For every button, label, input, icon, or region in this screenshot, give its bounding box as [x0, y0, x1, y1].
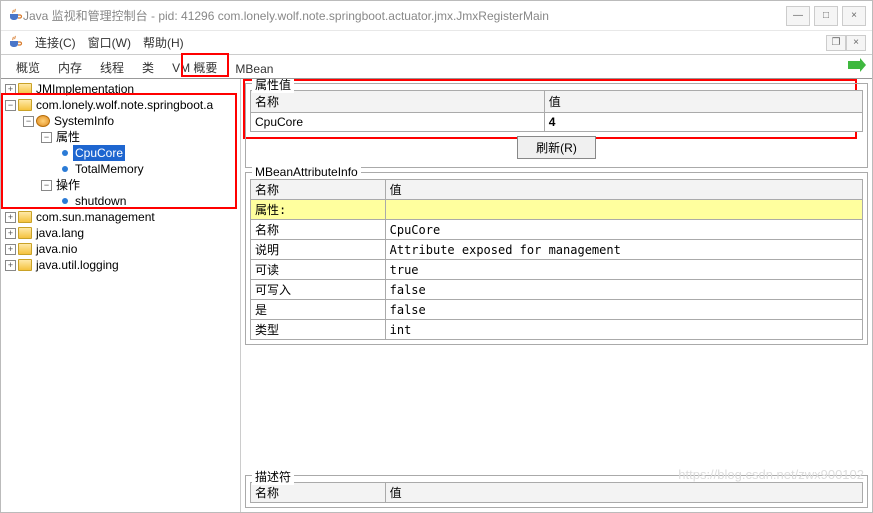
col-name: 名称: [251, 91, 545, 113]
info-row-val: [385, 200, 862, 220]
tree-item[interactable]: java.lang: [34, 225, 86, 241]
content: +JMImplementation −com.lonely.wolf.note.…: [1, 79, 872, 512]
info-row-val: Attribute exposed for management: [385, 240, 862, 260]
folder-icon: [18, 243, 32, 255]
refresh-button[interactable]: 刷新(R): [517, 136, 596, 159]
col-value: 值: [544, 91, 862, 113]
tree-item[interactable]: JMImplementation: [34, 81, 136, 97]
col-name: 名称: [251, 483, 386, 503]
window-controls: — □ ×: [786, 6, 866, 26]
menu-connect[interactable]: 连接(C): [29, 32, 82, 53]
col-value: 值: [385, 483, 862, 503]
folder-icon: [18, 99, 32, 111]
tab-overview[interactable]: 概览: [7, 55, 49, 78]
group-title: MBeanAttributeInfo: [252, 165, 361, 179]
collapse-icon[interactable]: −: [41, 180, 52, 191]
mbean-tree[interactable]: +JMImplementation −com.lonely.wolf.note.…: [3, 81, 238, 273]
folder-icon: [18, 259, 32, 271]
info-row-val: CpuCore: [385, 220, 862, 240]
col-name: 名称: [251, 180, 386, 200]
info-row-key: 说明: [251, 240, 386, 260]
attribute-icon: [62, 150, 68, 156]
titlebar: Java 监视和管理控制台 - pid: 41296 com.lonely.wo…: [1, 1, 872, 31]
mbean-info-table: 名称值 属性: 名称CpuCore 说明Attribute exposed fo…: [250, 179, 863, 340]
child-maximize-button[interactable]: ❐: [826, 35, 846, 51]
info-row-val: false: [385, 280, 862, 300]
info-row-key: 可写入: [251, 280, 386, 300]
window-title: Java 监视和管理控制台 - pid: 41296 com.lonely.wo…: [23, 7, 786, 24]
expand-icon[interactable]: +: [5, 84, 16, 95]
tree-item-selected[interactable]: CpuCore: [73, 145, 125, 161]
info-row-key: 名称: [251, 220, 386, 240]
tab-threads[interactable]: 线程: [91, 55, 133, 78]
collapse-icon[interactable]: −: [5, 100, 16, 111]
expand-icon[interactable]: +: [5, 228, 16, 239]
info-row-key: 类型: [251, 320, 386, 340]
collapse-icon[interactable]: −: [23, 116, 34, 127]
collapse-icon[interactable]: −: [41, 132, 52, 143]
folder-icon: [18, 83, 32, 95]
java-icon: [7, 8, 23, 24]
expand-icon[interactable]: +: [5, 260, 16, 271]
tab-vm[interactable]: VM 概要: [163, 55, 226, 78]
info-row-key: 可读: [251, 260, 386, 280]
maximize-button[interactable]: □: [814, 6, 838, 26]
attribute-value-table: 名称值 CpuCore4: [250, 90, 863, 132]
tab-memory[interactable]: 内存: [49, 55, 91, 78]
child-close-button[interactable]: ×: [846, 35, 866, 51]
group-title: 属性值: [252, 79, 294, 93]
tab-mbean[interactable]: MBean: [226, 58, 282, 78]
folder-icon: [18, 227, 32, 239]
operation-icon: [62, 198, 68, 204]
expand-icon[interactable]: +: [5, 212, 16, 223]
tree-item[interactable]: TotalMemory: [73, 161, 146, 177]
attribute-icon: [62, 166, 68, 172]
bean-icon: [36, 115, 50, 127]
minimize-button[interactable]: —: [786, 6, 810, 26]
info-row-val: true: [385, 260, 862, 280]
attr-value[interactable]: 4: [544, 113, 862, 132]
expand-icon[interactable]: +: [5, 244, 16, 255]
descriptor-table: 名称值: [250, 482, 863, 503]
attr-name: CpuCore: [251, 113, 545, 132]
folder-icon: [18, 211, 32, 223]
menubar: 连接(C) 窗口(W) 帮助(H) ❐ ×: [1, 31, 872, 55]
tree-item[interactable]: 属性: [54, 129, 82, 145]
info-row-key: 是: [251, 300, 386, 320]
tree-panel: +JMImplementation −com.lonely.wolf.note.…: [1, 79, 241, 512]
tree-item[interactable]: java.nio: [34, 241, 79, 257]
tree-item[interactable]: java.util.logging: [34, 257, 121, 273]
mbean-attr-info-group: MBeanAttributeInfo 名称值 属性: 名称CpuCore 说明A…: [245, 172, 868, 345]
tree-item[interactable]: com.lonely.wolf.note.springboot.a: [34, 97, 215, 113]
tree-item[interactable]: SystemInfo: [52, 113, 116, 129]
info-row-key: 属性:: [251, 200, 386, 220]
col-value: 值: [385, 180, 862, 200]
tree-item[interactable]: shutdown: [73, 193, 128, 209]
java-icon: [7, 35, 23, 51]
group-title: 描述符: [252, 468, 294, 485]
close-button[interactable]: ×: [842, 6, 866, 26]
tabbar: 概览 内存 线程 类 VM 概要 MBean: [1, 55, 872, 79]
tree-item[interactable]: com.sun.management: [34, 209, 157, 225]
descriptor-group: 描述符 名称值: [245, 475, 868, 508]
menu-window[interactable]: 窗口(W): [82, 32, 137, 53]
status-icon: [848, 58, 866, 75]
menu-help[interactable]: 帮助(H): [137, 32, 190, 53]
tree-item[interactable]: 操作: [54, 177, 82, 193]
attribute-value-group: 属性值 名称值 CpuCore4 刷新(R): [245, 83, 868, 168]
tab-classes[interactable]: 类: [133, 55, 163, 78]
info-row-val: int: [385, 320, 862, 340]
detail-panel: 属性值 名称值 CpuCore4 刷新(R) MBeanAttributeInf…: [241, 79, 872, 512]
info-row-val: false: [385, 300, 862, 320]
